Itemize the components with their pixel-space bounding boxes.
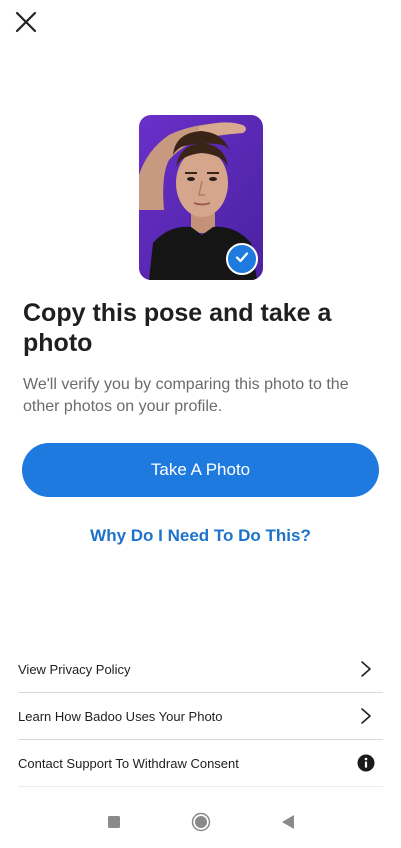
menu-item-privacy-policy[interactable]: View Privacy Policy [18, 646, 383, 693]
recents-button[interactable] [102, 812, 126, 836]
home-button[interactable] [189, 812, 213, 836]
settings-menu: View Privacy Policy Learn How Badoo Uses… [18, 646, 383, 787]
chevron-right-icon [356, 706, 376, 726]
close-button[interactable] [10, 8, 42, 40]
verified-badge [226, 243, 258, 275]
recents-square-icon [107, 815, 121, 834]
menu-item-label: Contact Support To Withdraw Consent [18, 755, 239, 771]
back-button[interactable] [276, 812, 300, 836]
page-subtitle: We'll verify you by comparing this photo… [23, 376, 349, 415]
page-title: Copy this pose and take a photo [23, 299, 332, 357]
chevron-right-icon [356, 659, 376, 679]
back-triangle-icon [281, 814, 295, 835]
menu-item-contact-support[interactable]: Contact Support To Withdraw Consent [18, 740, 383, 787]
menu-item-label: View Privacy Policy [18, 661, 131, 677]
home-circle-icon [191, 812, 211, 837]
menu-item-label: Learn How Badoo Uses Your Photo [18, 708, 223, 724]
system-nav-bar [0, 800, 401, 848]
why-needed-link[interactable]: Why Do I Need To Do This? [0, 522, 401, 550]
info-icon [356, 753, 376, 773]
take-photo-button[interactable]: Take A Photo [22, 443, 379, 497]
menu-item-photo-usage[interactable]: Learn How Badoo Uses Your Photo [18, 693, 383, 740]
checkmark-icon [234, 249, 250, 270]
close-icon [15, 11, 37, 38]
